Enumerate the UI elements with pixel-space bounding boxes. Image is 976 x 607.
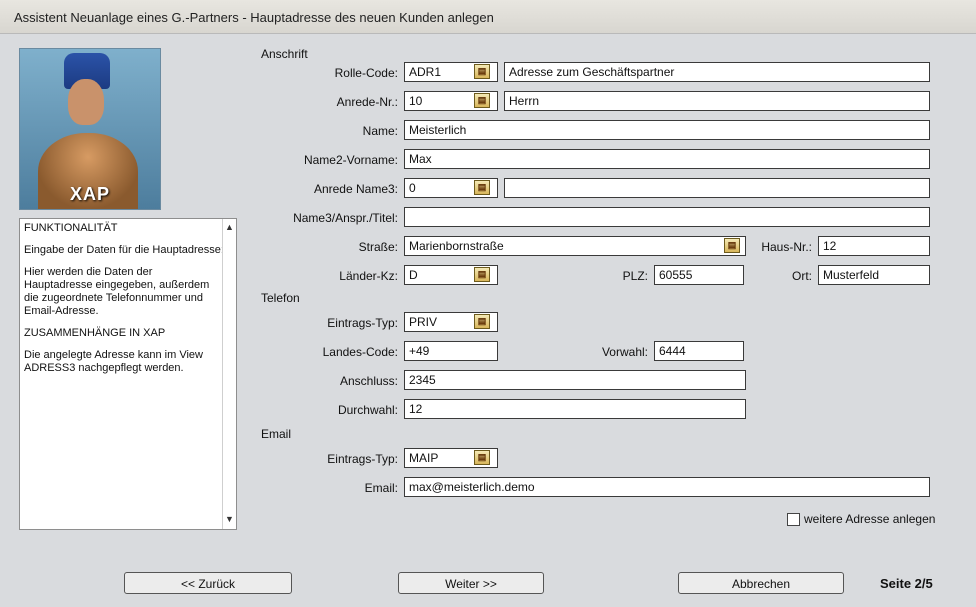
vorname-field[interactable]: Max <box>404 149 930 169</box>
vorwahl-label: Vorwahl: <box>601 345 648 359</box>
cancel-button[interactable]: Abbrechen <box>678 572 844 594</box>
vorname-label: Name2-Vorname: <box>303 153 398 167</box>
scroll-up-icon[interactable]: ▲ <box>223 221 236 235</box>
telefon-typ-lookup-icon[interactable]: ▤ <box>474 314 490 329</box>
email-field[interactable]: max@meisterlich.demo <box>404 477 930 497</box>
anschluss-label: Anschluss: <box>339 374 398 388</box>
info-paragraph-3: Die angelegte Adresse kann im View ADRES… <box>24 349 203 374</box>
rolle-description-field[interactable]: Adresse zum Geschäftspartner <box>504 62 930 82</box>
email-label: Email: <box>364 481 398 495</box>
name3-label: Name3/Anspr./Titel: <box>293 211 398 225</box>
email-typ-label: Eintrags-Typ: <box>327 452 398 466</box>
help-text-panel[interactable]: FUNKTIONALITÄT Eingabe der Daten für die… <box>19 218 237 530</box>
xap-logo-image: XAP <box>19 48 161 210</box>
durchwahl-label: Durchwahl: <box>337 403 398 417</box>
next-button[interactable]: Weiter >> <box>398 572 544 594</box>
landes-code-field[interactable]: +49 <box>404 341 498 361</box>
anrede-name3-description-field[interactable] <box>504 178 930 198</box>
rolle-code-label: Rolle-Code: <box>334 66 398 80</box>
strasse-label: Straße: <box>358 240 398 254</box>
strasse-field[interactable]: Marienbornstraße <box>404 236 746 256</box>
hausnr-label: Haus-Nr.: <box>761 240 812 254</box>
info-heading-relations: ZUSAMMENHÄNGE IN XAP <box>24 327 166 339</box>
logo-text: XAP <box>69 184 110 204</box>
section-email: Email <box>261 427 292 441</box>
name-field[interactable]: Meisterlich <box>404 120 930 140</box>
ort-label: Ort: <box>792 269 812 283</box>
name-label: Name: <box>362 124 398 138</box>
anrede-description-field[interactable]: Herrn <box>504 91 930 111</box>
logo-face <box>68 79 104 125</box>
section-anschrift: Anschrift <box>261 47 308 61</box>
email-typ-lookup-icon[interactable]: ▤ <box>474 450 490 465</box>
plz-label: PLZ: <box>622 269 648 283</box>
window-title: Assistent Neuanlage eines G.-Partners - … <box>0 0 976 34</box>
telefon-typ-label: Eintrags-Typ: <box>327 316 398 330</box>
rolle-lookup-icon[interactable]: ▤ <box>474 64 490 79</box>
info-paragraph-2: Hier werden die Daten der Hauptadresse e… <box>24 266 210 317</box>
section-telefon: Telefon <box>261 291 300 305</box>
landes-code-label: Landes-Code: <box>322 345 398 359</box>
anrede3-lookup-icon[interactable]: ▤ <box>474 180 490 195</box>
anrede-name3-label: Anrede Name3: <box>313 182 398 196</box>
durchwahl-field[interactable]: 12 <box>404 399 746 419</box>
plz-field[interactable]: 60555 <box>654 265 744 285</box>
weitere-adresse-label: weitere Adresse anlegen <box>804 512 936 526</box>
back-button[interactable]: << Zurück <box>124 572 292 594</box>
hausnr-field[interactable]: 12 <box>818 236 930 256</box>
anrede-lookup-icon[interactable]: ▤ <box>474 93 490 108</box>
vorwahl-field[interactable]: 6444 <box>654 341 744 361</box>
page-indicator: Seite 2/5 <box>880 576 933 591</box>
help-scrollbar[interactable]: ▲ ▼ <box>222 219 236 529</box>
laender-kz-label: Länder-Kz: <box>339 269 398 283</box>
info-heading-functionality: FUNKTIONALITÄT <box>24 222 118 234</box>
strasse-lookup-icon[interactable]: ▤ <box>724 238 740 253</box>
name3-field[interactable] <box>404 207 930 227</box>
scroll-down-icon[interactable]: ▼ <box>223 513 236 527</box>
weitere-adresse-checkbox[interactable] <box>787 513 800 526</box>
land-lookup-icon[interactable]: ▤ <box>474 267 490 282</box>
anschluss-field[interactable]: 2345 <box>404 370 746 390</box>
anrede-nr-label: Anrede-Nr.: <box>336 95 398 109</box>
info-paragraph-1: Eingabe der Daten für die Hauptadresse: <box>24 244 224 256</box>
ort-field[interactable]: Musterfeld <box>818 265 930 285</box>
